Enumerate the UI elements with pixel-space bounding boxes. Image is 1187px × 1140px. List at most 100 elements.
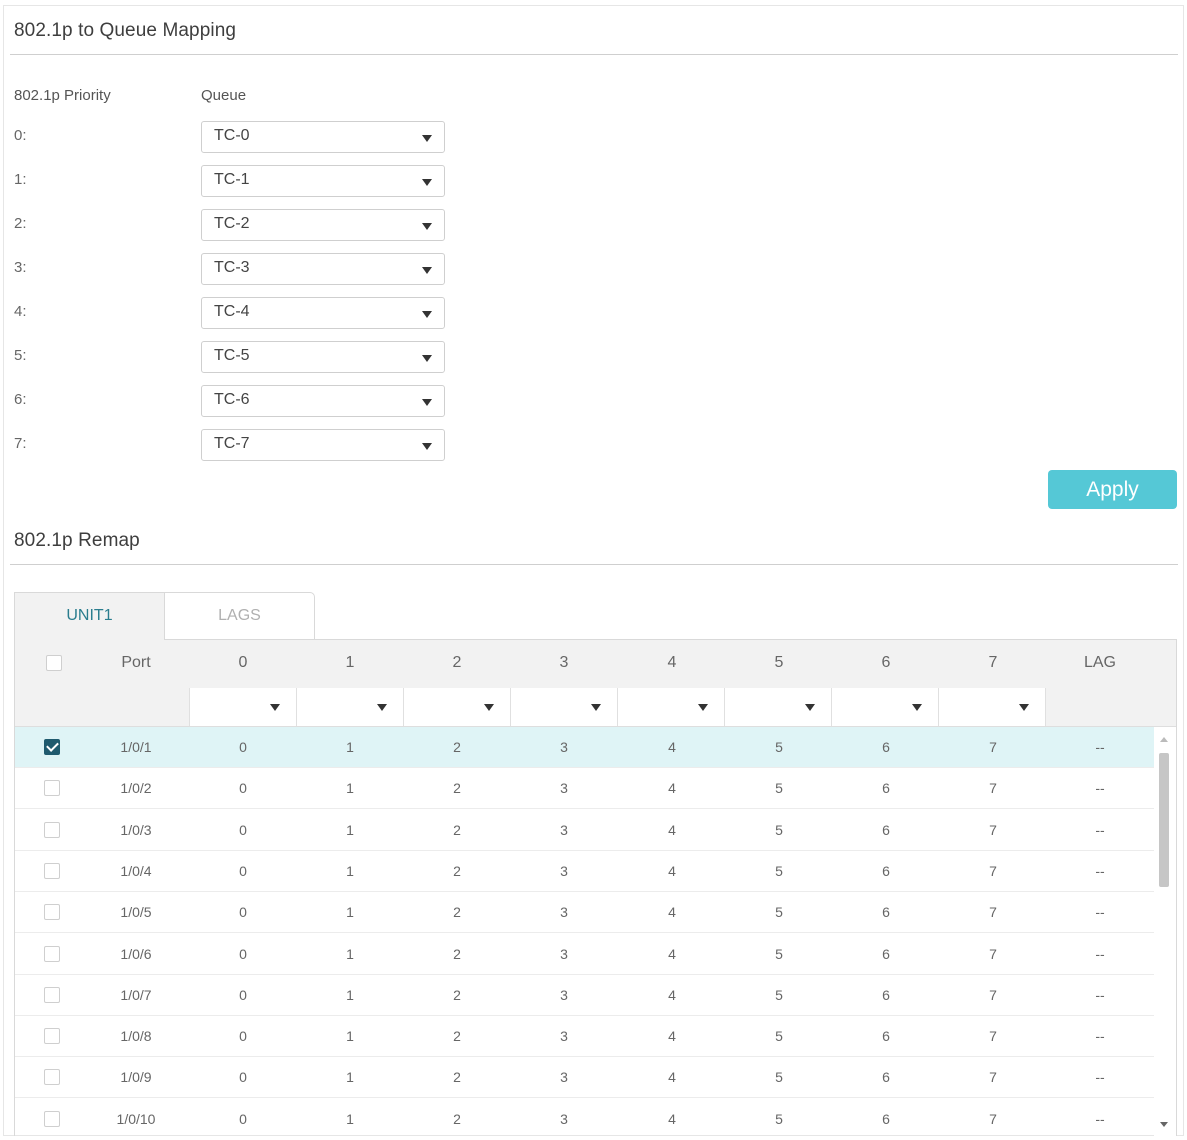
column-header-priority-4: 4 — [667, 654, 677, 671]
caret-down-icon — [270, 704, 280, 711]
table-row[interactable]: 1/0/8 0 1 2 3 4 5 6 7 -- — [15, 1016, 1155, 1058]
caret-down-icon — [422, 311, 432, 318]
row-checkbox[interactable] — [44, 1028, 60, 1045]
queue-select-6[interactable]: TC-6 — [201, 385, 445, 417]
apply-button[interactable]: Apply — [1048, 470, 1177, 509]
caret-down-icon — [422, 355, 432, 362]
table-row[interactable]: 1/0/4 0 1 2 3 4 5 6 7 -- — [15, 851, 1155, 892]
caret-down-icon — [805, 704, 815, 711]
row-checkbox[interactable] — [44, 986, 60, 1003]
column-header-priority-7: 7 — [988, 654, 998, 671]
queue-select-3[interactable]: TC-3 — [201, 253, 445, 285]
row-checkbox[interactable] — [44, 739, 60, 755]
table-row[interactable]: 1/0/2 0 1 2 3 4 5 6 7 -- — [15, 768, 1155, 810]
filter-select-priority-1[interactable] — [296, 688, 403, 726]
priority-cell: 2 — [453, 1069, 461, 1086]
priority-column-label: 802.1p Priority — [14, 87, 111, 104]
priority-cell: 2 — [453, 780, 461, 797]
column-header-priority-1: 1 — [345, 654, 355, 671]
priority-cell: 2 — [453, 862, 461, 879]
port-cell: 1/0/9 — [120, 1069, 152, 1086]
priority-cell: 7 — [989, 1069, 997, 1086]
table-row[interactable]: 1/0/9 0 1 2 3 4 5 6 7 -- — [15, 1057, 1155, 1099]
filter-select-priority-7[interactable] — [938, 688, 1045, 726]
priority-cell: 7 — [989, 739, 997, 755]
priority-label-7: 7: — [14, 435, 27, 452]
queue-select-1[interactable]: TC-1 — [201, 165, 445, 197]
priority-cell: 5 — [775, 739, 783, 755]
lag-cell: -- — [1095, 1110, 1105, 1127]
priority-cell: 0 — [239, 780, 247, 797]
table-row[interactable]: 1/0/3 0 1 2 3 4 5 6 7 -- — [15, 810, 1155, 851]
priority-cell: 2 — [453, 904, 461, 921]
priority-cell: 0 — [239, 821, 247, 838]
row-checkbox[interactable] — [44, 862, 60, 879]
queue-select-value: TC-3 — [214, 259, 250, 276]
row-checkbox[interactable] — [44, 904, 60, 921]
port-cell: 1/0/5 — [120, 904, 152, 921]
priority-cell: 7 — [989, 1028, 997, 1045]
table-row[interactable]: 1/0/5 0 1 2 3 4 5 6 7 -- — [15, 892, 1155, 934]
select-all-checkbox[interactable] — [46, 655, 62, 671]
queue-select-7[interactable]: TC-7 — [201, 429, 445, 461]
priority-cell: 3 — [560, 862, 568, 879]
priority-cell: 4 — [668, 821, 676, 838]
priority-label-3: 3: — [14, 259, 27, 276]
filter-select-priority-2[interactable] — [403, 688, 510, 726]
port-cell: 1/0/6 — [120, 945, 152, 962]
tab-lags[interactable]: LAGS — [164, 592, 315, 640]
queue-select-value: TC-4 — [214, 303, 250, 320]
lag-cell: -- — [1095, 862, 1105, 879]
table-row[interactable]: 1/0/10 0 1 2 3 4 5 6 7 -- — [15, 1099, 1155, 1136]
filter-select-priority-4[interactable] — [617, 688, 724, 726]
column-header-priority-5: 5 — [774, 654, 784, 671]
caret-down-icon — [422, 135, 432, 142]
filter-select-priority-0[interactable] — [189, 688, 296, 726]
queue-select-5[interactable]: TC-5 — [201, 341, 445, 373]
priority-cell: 1 — [346, 1069, 354, 1086]
scroll-thumb[interactable] — [1159, 753, 1169, 887]
row-checkbox[interactable] — [44, 821, 60, 838]
priority-cell: 5 — [775, 1110, 783, 1127]
table-row[interactable]: 1/0/1 0 1 2 3 4 5 6 7 -- — [15, 727, 1155, 768]
priority-cell: 6 — [882, 821, 890, 838]
filter-select-priority-3[interactable] — [510, 688, 617, 726]
filter-select-priority-5[interactable] — [724, 688, 831, 726]
priority-cell: 6 — [882, 1028, 890, 1045]
priority-cell: 7 — [989, 862, 997, 879]
priority-cell: 0 — [239, 739, 247, 755]
queue-select-2[interactable]: TC-2 — [201, 209, 445, 241]
queue-select-value: TC-5 — [214, 347, 250, 364]
table-row[interactable]: 1/0/7 0 1 2 3 4 5 6 7 -- — [15, 975, 1155, 1016]
priority-cell: 4 — [668, 739, 676, 755]
table-scrollbar[interactable] — [1154, 727, 1176, 1136]
row-checkbox[interactable] — [44, 1069, 60, 1086]
caret-down-icon — [377, 704, 387, 711]
lag-cell: -- — [1095, 904, 1105, 921]
column-header-port: Port — [121, 654, 151, 671]
scroll-down-icon[interactable] — [1160, 1122, 1168, 1127]
priority-cell: 1 — [346, 739, 354, 755]
queue-select-4[interactable]: TC-4 — [201, 297, 445, 329]
scroll-up-icon[interactable] — [1160, 737, 1168, 742]
filter-select-priority-6[interactable] — [831, 688, 938, 726]
tab-unit1[interactable]: UNIT1 — [14, 592, 165, 640]
priority-cell: 3 — [560, 1069, 568, 1086]
lag-cell: -- — [1095, 1028, 1105, 1045]
priority-cell: 4 — [668, 945, 676, 962]
priority-cell: 2 — [453, 1028, 461, 1045]
priority-cell: 2 — [453, 945, 461, 962]
row-checkbox[interactable] — [44, 780, 60, 797]
lag-cell: -- — [1095, 1069, 1105, 1086]
table-row[interactable]: 1/0/6 0 1 2 3 4 5 6 7 -- — [15, 934, 1155, 975]
row-checkbox[interactable] — [44, 945, 60, 962]
port-cell: 1/0/1 — [120, 739, 152, 755]
priority-cell: 3 — [560, 1028, 568, 1045]
queue-select-0[interactable]: TC-0 — [201, 121, 445, 153]
priority-cell: 3 — [560, 821, 568, 838]
port-cell: 1/0/3 — [120, 821, 152, 838]
priority-cell: 5 — [775, 904, 783, 921]
priority-cell: 0 — [239, 862, 247, 879]
mapping-section-divider — [10, 54, 1178, 55]
row-checkbox[interactable] — [44, 1110, 60, 1127]
